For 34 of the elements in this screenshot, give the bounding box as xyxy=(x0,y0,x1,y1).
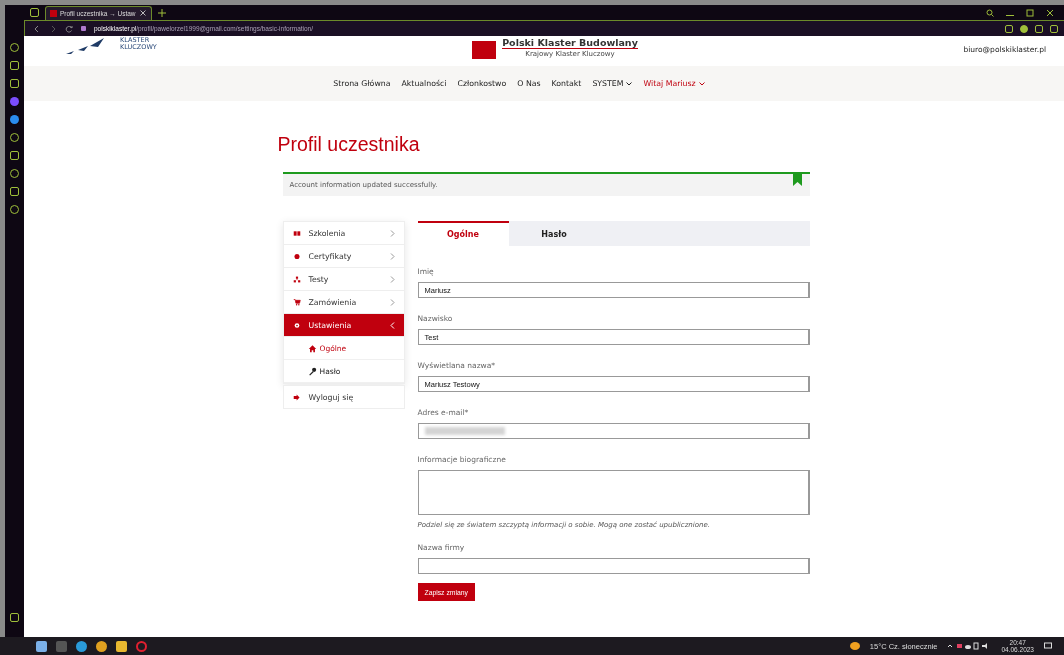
key-icon xyxy=(307,366,317,376)
chevron-icon xyxy=(389,275,395,283)
reload-icon[interactable] xyxy=(65,24,73,33)
maximize-icon[interactable] xyxy=(1026,8,1034,17)
input-field[interactable] xyxy=(417,558,810,574)
input-field[interactable] xyxy=(417,423,810,439)
dot-icon xyxy=(292,251,301,261)
text-area[interactable] xyxy=(417,470,810,515)
sign-out-icon xyxy=(292,392,301,402)
sitemap-icon xyxy=(292,274,301,284)
close-tab-icon[interactable] xyxy=(138,9,147,17)
bookmark-icon xyxy=(792,174,802,186)
notification-icon[interactable] xyxy=(1044,642,1052,650)
favicon-icon xyxy=(50,9,57,17)
new-tab-icon[interactable] xyxy=(157,8,166,17)
caret-icon xyxy=(626,81,633,86)
book-icon xyxy=(292,228,301,238)
forward-icon[interactable] xyxy=(49,24,57,33)
chevron-icon xyxy=(389,252,395,260)
chevron-icon xyxy=(389,229,395,237)
tab[interactable]: Hasło xyxy=(508,221,600,246)
logo-title: Polski Klaster Budowlany xyxy=(502,37,638,49)
close-icon[interactable] xyxy=(1046,8,1054,17)
logo-mark-icon xyxy=(472,41,497,59)
tab[interactable]: Ogólne xyxy=(417,221,509,246)
chevron-icon xyxy=(389,321,395,329)
search-icon[interactable] xyxy=(986,8,994,17)
caret-icon xyxy=(698,81,705,86)
cart-icon xyxy=(292,297,301,307)
page-title: Profil uczestnika xyxy=(277,133,421,156)
house-icon xyxy=(307,343,317,353)
chevron-icon xyxy=(389,298,395,306)
lock-icon xyxy=(81,26,86,31)
back-icon[interactable] xyxy=(33,24,41,33)
